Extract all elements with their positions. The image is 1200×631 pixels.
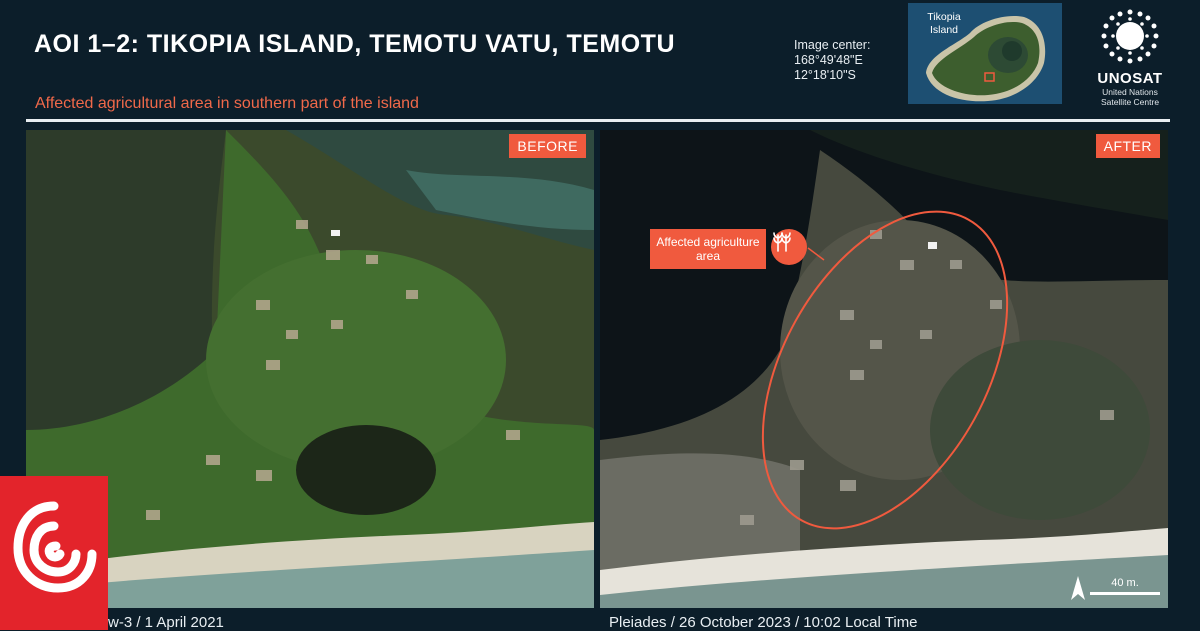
after-tag: AFTER — [1095, 134, 1160, 158]
image-center-info: Image center: 168°49'48"E 12°18'10"S — [794, 38, 870, 83]
image-center-lat: 12°18'10"S — [794, 68, 856, 82]
inset-map: Tikopia Island — [908, 3, 1062, 104]
image-center-label: Image center: — [794, 38, 871, 52]
image-center-lon: 168°49'48"E — [794, 53, 863, 67]
after-caption: Pleiades / 26 October 2023 / 10:02 Local… — [609, 614, 918, 631]
unosat-subtitle-1: United Nations — [1102, 87, 1158, 97]
scale-bar-line — [1090, 592, 1160, 595]
after-image-panel: AFTER Affected agriculture area 40 m. — [600, 130, 1168, 608]
scale-bar: 40 m. — [1090, 577, 1160, 595]
affected-area-callout-text: Affected agriculture area — [656, 235, 760, 263]
before-caption: w-3 / 1 April 2021 — [108, 614, 224, 631]
header-divider — [26, 119, 1170, 122]
rnz-logo-icon — [13, 501, 97, 593]
affected-area-callout: Affected agriculture area — [650, 229, 766, 269]
before-image-panel: BEFORE — [26, 130, 594, 608]
page-subtitle: Affected agricultural area in southern p… — [35, 95, 419, 112]
unosat-logo: UNOSAT United Nations Satellite Centre — [1090, 6, 1170, 107]
inset-map-label: Tikopia Island — [927, 11, 961, 36]
unosat-name: UNOSAT — [1097, 70, 1163, 87]
before-tag: BEFORE — [509, 134, 586, 158]
unosat-subtitle-2: Satellite Centre — [1100, 97, 1160, 107]
unosat-logo-icon — [1101, 9, 1159, 64]
page-title: AOI 1–2: TIKOPIA ISLAND, TEMOTU VATU, TE… — [34, 30, 675, 58]
before-satellite-image — [26, 130, 594, 608]
scale-bar-label: 40 m. — [1111, 577, 1139, 589]
after-satellite-image — [600, 130, 1168, 608]
rnz-logo — [0, 476, 108, 630]
wheat-icon — [771, 229, 807, 265]
